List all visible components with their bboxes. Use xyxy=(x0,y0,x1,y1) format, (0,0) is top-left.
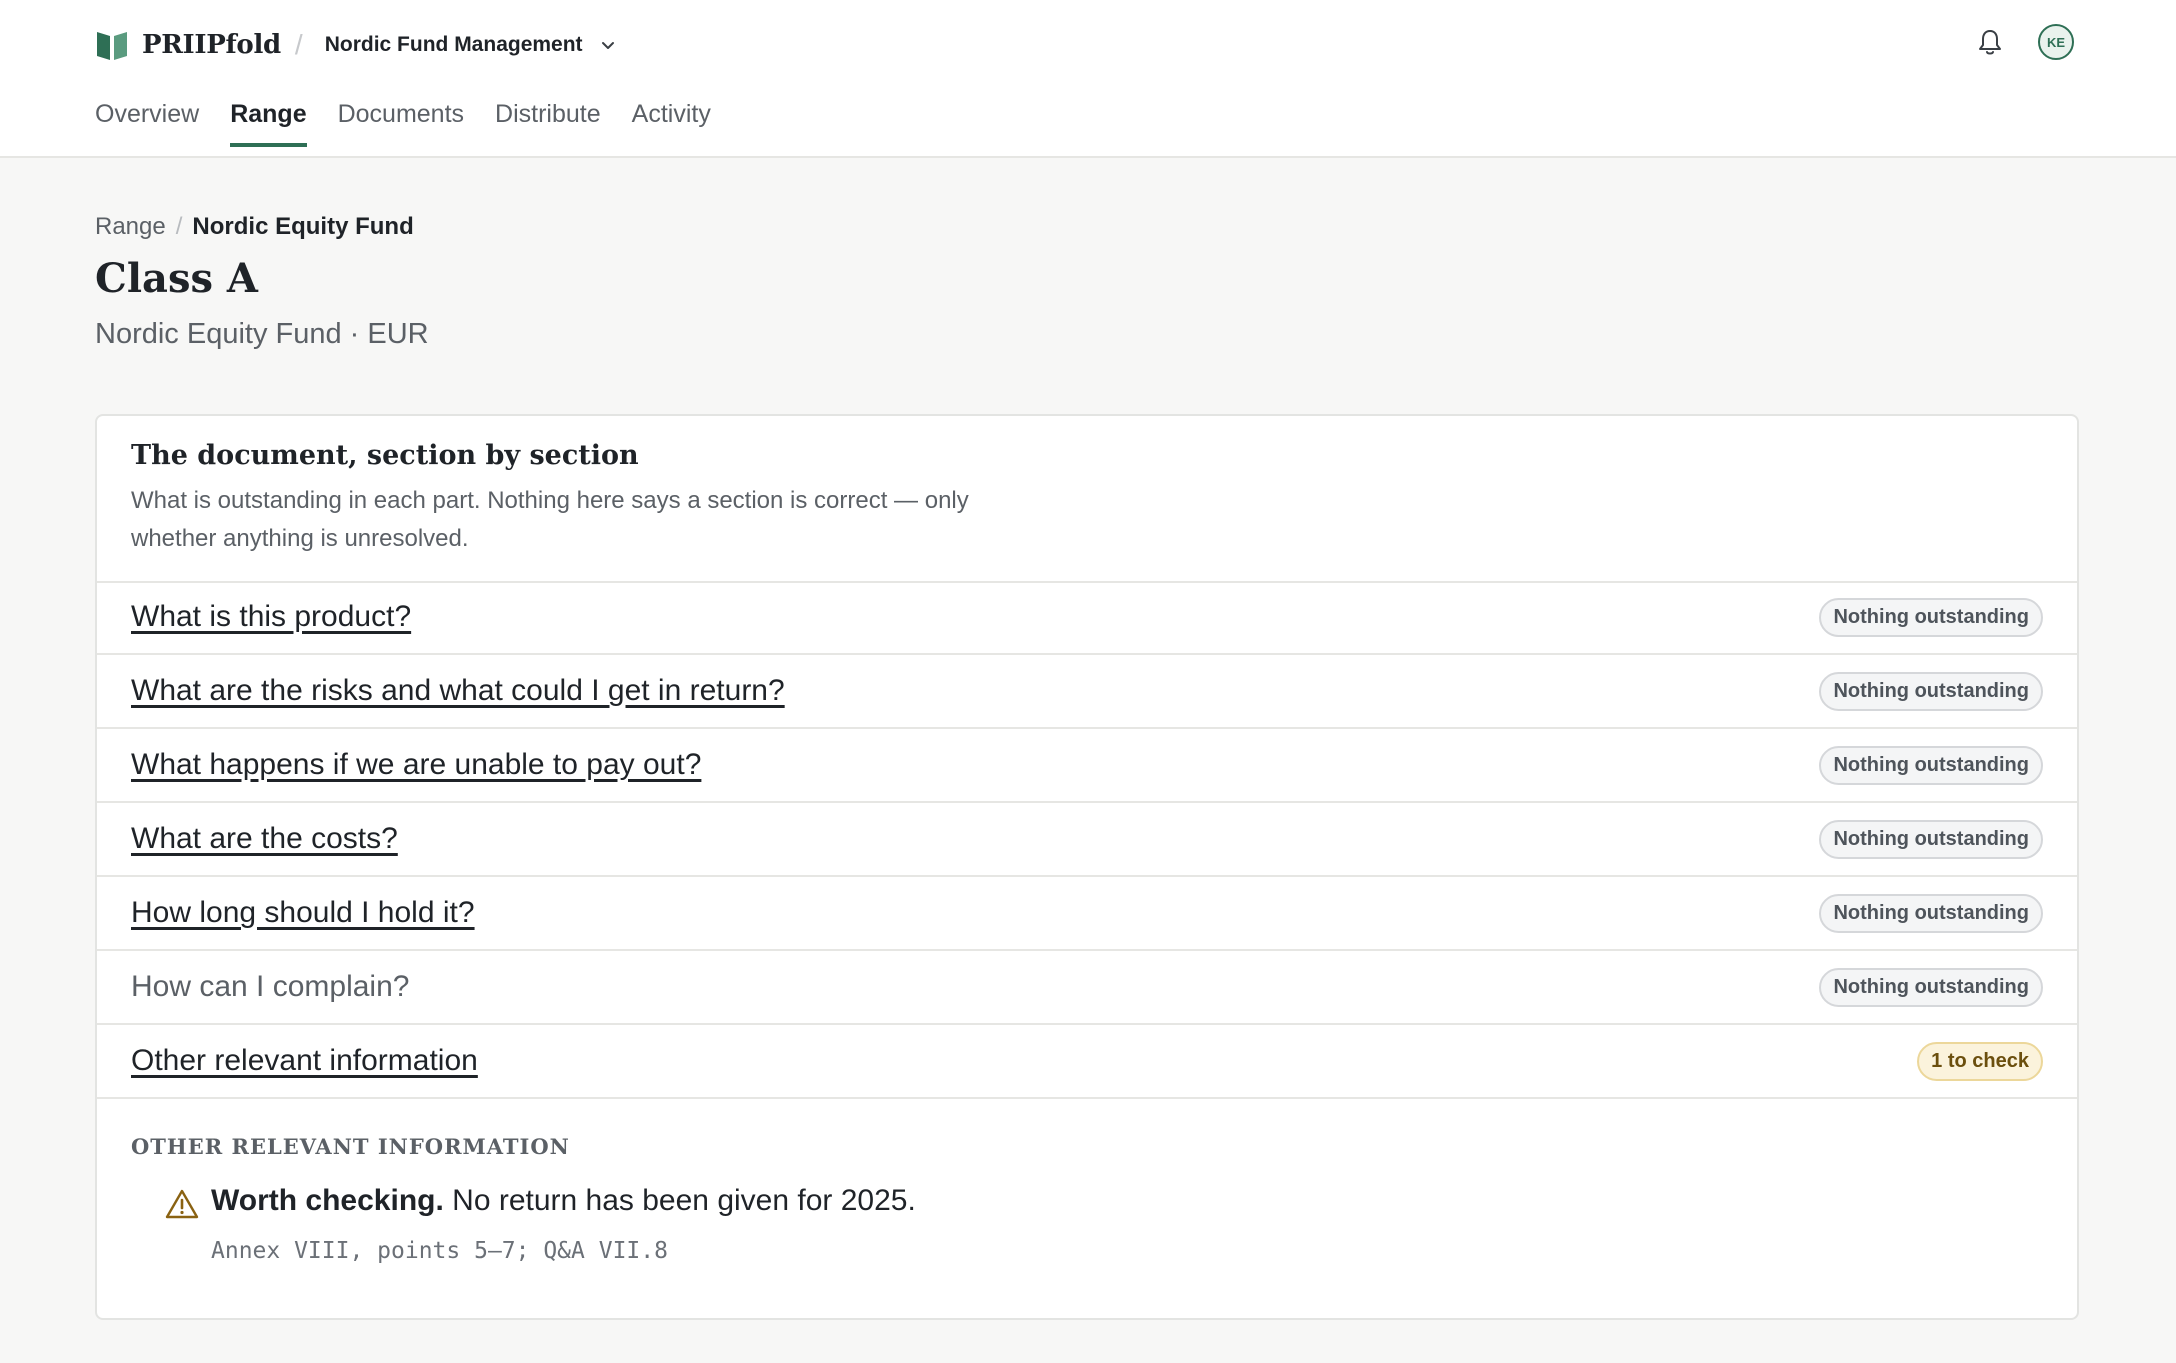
main-tabs: Overview Range Documents Distribute Acti… xyxy=(95,100,742,147)
status-badge: Nothing outstanding xyxy=(1819,819,2043,859)
tab-documents[interactable]: Documents xyxy=(338,100,464,145)
tab-range[interactable]: Range xyxy=(230,100,308,147)
logo-icon[interactable] xyxy=(95,28,129,62)
section-list: What is this product? Nothing outstandin… xyxy=(97,581,2077,1099)
avatar[interactable]: KE xyxy=(2038,24,2074,60)
brand: PRIIPfold / Nordic Fund Management xyxy=(95,24,617,66)
section-link[interactable]: What happens if we are unable to pay out… xyxy=(131,748,701,782)
finding-text: Worth checking. No return has been given… xyxy=(211,1184,916,1218)
section-row: What happens if we are unable to pay out… xyxy=(97,729,2077,803)
section-row: How long should I hold it? Nothing outst… xyxy=(97,877,2077,951)
status-badge: Nothing outstanding xyxy=(1819,745,2043,785)
status-badge: Nothing outstanding xyxy=(1819,893,2043,933)
org-switcher[interactable]: Nordic Fund Management xyxy=(325,33,617,57)
status-badge: Nothing outstanding xyxy=(1819,597,2043,637)
section-link[interactable]: How long should I hold it? xyxy=(131,896,475,930)
status-badge: Nothing outstanding xyxy=(1819,671,2043,711)
tab-overview[interactable]: Overview xyxy=(95,100,199,145)
detail-heading: OTHER RELEVANT INFORMATION xyxy=(131,1134,570,1159)
org-name: Nordic Fund Management xyxy=(324,33,583,56)
section-link[interactable]: What are the risks and what could I get … xyxy=(131,674,785,708)
page-title: Class A xyxy=(95,255,258,302)
page-subtitle: Nordic Equity Fund · EUR xyxy=(95,318,429,350)
top-actions: KE xyxy=(1974,24,2074,60)
section-row: How can I complain? Nothing outstanding xyxy=(97,951,2077,1025)
section-row: What are the risks and what could I get … xyxy=(97,655,2077,729)
status-badge: Nothing outstanding xyxy=(1819,967,2043,1007)
chevron-down-icon xyxy=(601,42,614,49)
brand-name[interactable]: PRIIPfold xyxy=(142,30,281,60)
brand-separator: / xyxy=(294,29,303,60)
section-row: What is this product? Nothing outstandin… xyxy=(97,581,2077,655)
detail-panel: OTHER RELEVANT INFORMATION Worth checkin… xyxy=(131,1134,2043,1264)
tab-distribute[interactable]: Distribute xyxy=(495,100,601,145)
section-link[interactable]: What is this product? xyxy=(131,600,411,634)
breadcrumb: Range / Nordic Equity Fund xyxy=(95,213,414,241)
finding-body: No return has been given for 2025. xyxy=(443,1184,916,1217)
status-badge-warning: 1 to check xyxy=(1917,1041,2043,1081)
breadcrumb-current: Nordic Equity Fund xyxy=(192,213,414,240)
section-label: How can I complain? xyxy=(131,970,410,1003)
tab-activity[interactable]: Activity xyxy=(632,100,711,145)
finding-emphasis: Worth checking. xyxy=(211,1184,444,1217)
section-link[interactable]: What are the costs? xyxy=(131,822,398,856)
breadcrumb-separator: / xyxy=(175,213,183,240)
sections-card: The document, section by section What is… xyxy=(95,414,2079,1320)
breadcrumb-range-link[interactable]: Range xyxy=(95,213,166,241)
card-description: What is outstanding in each part. Nothin… xyxy=(131,487,969,552)
finding-reference: Annex VIII, points 5–7; Q&A VII.8 xyxy=(211,1238,668,1264)
top-bar: PRIIPfold / Nordic Fund Management KE Ov… xyxy=(0,0,2176,158)
card-header: The document, section by section What is… xyxy=(97,416,2077,583)
section-link[interactable]: Other relevant information xyxy=(131,1044,478,1078)
bell-icon[interactable] xyxy=(1974,26,2006,58)
card-title: The document, section by section xyxy=(131,440,639,471)
section-row: Other relevant information 1 to check xyxy=(97,1025,2077,1099)
warning-triangle-icon xyxy=(165,1189,199,1219)
section-row: What are the costs? Nothing outstanding xyxy=(97,803,2077,877)
